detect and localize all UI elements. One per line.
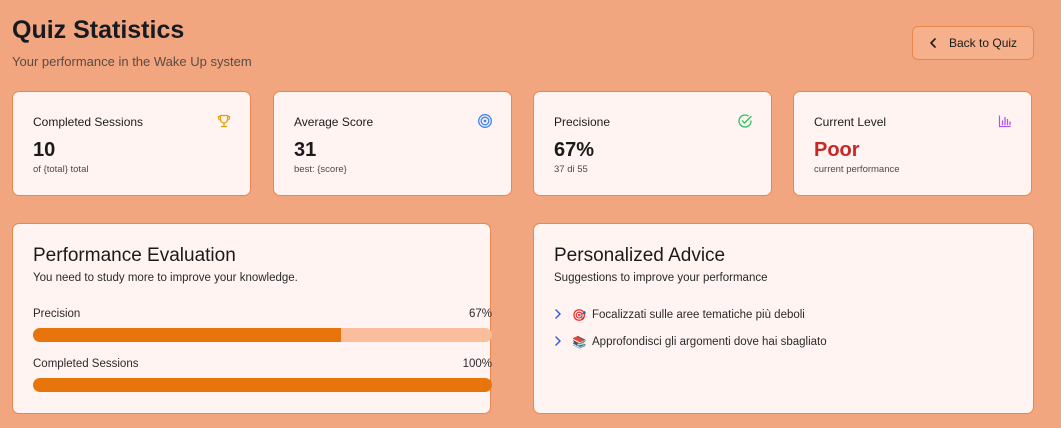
panel-title: Personalized Advice xyxy=(554,245,726,266)
target-emoji-icon: 🎯 xyxy=(572,310,587,322)
stat-card-precisione: Precisione 67% 37 di 55 xyxy=(533,91,772,196)
stat-label: Completed Sessions xyxy=(33,115,144,129)
stat-label: Current Level xyxy=(814,115,887,129)
bar-chart-icon xyxy=(997,113,1013,129)
page-subtitle: Your performance in the Wake Up system xyxy=(12,54,252,69)
progress-value: 67% xyxy=(468,308,492,320)
progress-track xyxy=(33,328,492,342)
progress-fill xyxy=(33,328,341,342)
stat-card-completed-sessions: Completed Sessions 10 of {total} total xyxy=(12,91,251,196)
stat-value: 67% xyxy=(554,139,595,161)
stat-label: Precisione xyxy=(554,115,611,129)
stat-subtext: best: {score} xyxy=(294,164,347,175)
advice-text: Focalizzati sulle aree tematiche più deb… xyxy=(592,309,805,321)
progress-label: Precision xyxy=(33,308,81,320)
advice-text: Approfondisci gli argomenti dove hai sba… xyxy=(592,336,827,348)
performance-evaluation-panel: Performance Evaluation You need to study… xyxy=(12,223,492,414)
advice-item: 🎯 Focalizzati sulle aree tematiche più d… xyxy=(554,308,805,322)
progress-track xyxy=(33,378,492,392)
chevron-left-icon xyxy=(927,38,939,48)
stat-value: 31 xyxy=(294,139,317,161)
chevron-right-icon xyxy=(554,308,568,322)
progress-label: Completed Sessions xyxy=(33,358,139,370)
stat-card-current-level: Current Level Poor current performance xyxy=(793,91,1032,196)
back-to-quiz-button[interactable]: Back to Quiz xyxy=(912,26,1034,60)
books-emoji-icon: 📚 xyxy=(572,337,587,349)
check-circle-icon xyxy=(737,113,753,129)
panel-description: You need to study more to improve your k… xyxy=(33,272,298,284)
stat-subtext: current performance xyxy=(814,164,900,175)
trophy-icon xyxy=(216,113,232,129)
panel-description: Suggestions to improve your performance xyxy=(554,272,768,284)
stat-subtext: of {total} total xyxy=(33,164,89,175)
stat-value: 10 xyxy=(33,139,56,161)
advice-item: 📚 Approfondisci gli argomenti dove hai s… xyxy=(554,335,827,349)
chevron-right-icon xyxy=(554,335,568,349)
stat-label: Average Score xyxy=(294,115,374,129)
back-to-quiz-label: Back to Quiz xyxy=(949,36,1018,50)
stat-card-average-score: Average Score 31 best: {score} xyxy=(273,91,512,196)
progress-fill xyxy=(33,378,492,392)
personalized-advice-panel: Personalized Advice Suggestions to impro… xyxy=(533,223,1034,414)
page-title: Quiz Statistics xyxy=(12,16,185,44)
panel-title: Performance Evaluation xyxy=(33,245,236,266)
target-icon xyxy=(477,113,493,129)
stat-value: Poor xyxy=(814,139,860,161)
stat-subtext: 37 di 55 xyxy=(554,164,588,175)
progress-value: 100% xyxy=(462,358,492,370)
